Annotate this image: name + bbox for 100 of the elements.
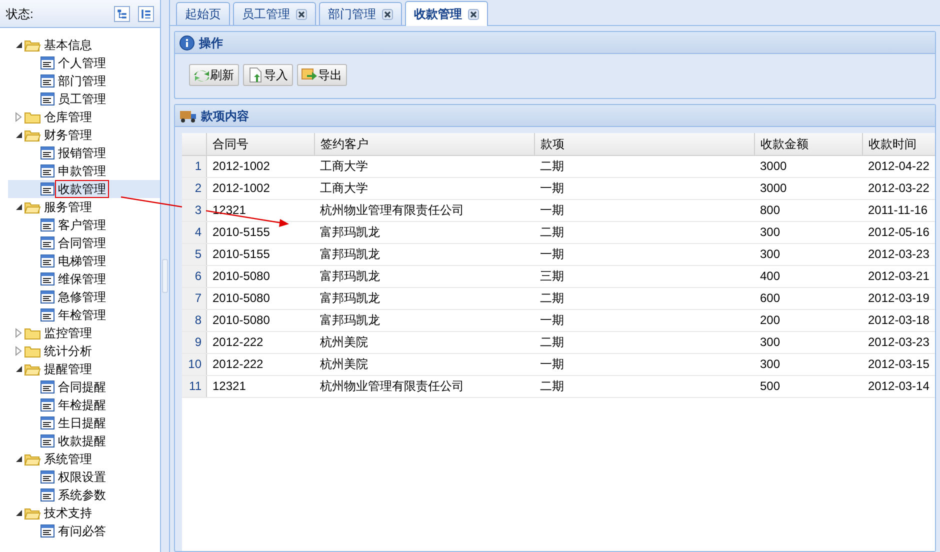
- tree-item[interactable]: 个人管理: [55, 54, 109, 72]
- tab[interactable]: 员工管理: [233, 2, 316, 25]
- tree-item[interactable]: 部门管理: [55, 72, 109, 90]
- tree-item[interactable]: 权限设置: [55, 468, 109, 486]
- table-cell: 2012-03-23: [862, 331, 935, 353]
- tree-item[interactable]: 客户管理: [55, 216, 109, 234]
- page-icon: [40, 56, 55, 70]
- table-cell: 三期: [534, 265, 754, 287]
- tree-item[interactable]: 财务管理: [41, 126, 95, 144]
- table-cell: 杭州美院: [314, 331, 534, 353]
- row-number: 11: [182, 375, 206, 397]
- table-cell: 2012-1002: [206, 177, 314, 199]
- row-number: 2: [182, 177, 206, 199]
- splitter-handle[interactable]: [162, 259, 168, 293]
- panel-title: 款项内容: [201, 108, 249, 124]
- tree-item[interactable]: 维保管理: [55, 270, 109, 288]
- toolbar-button[interactable]: 导入: [243, 64, 293, 86]
- expanded-toggle-icon[interactable]: [14, 202, 24, 212]
- tree-item[interactable]: 系统参数: [55, 486, 109, 504]
- tree-item[interactable]: 收款提醒: [55, 432, 109, 450]
- tab[interactable]: 部门管理: [319, 2, 402, 25]
- collapsed-toggle-icon[interactable]: [14, 112, 24, 122]
- page-icon: [40, 308, 55, 322]
- table-cell: 200: [754, 309, 862, 331]
- table-cell: 2012-03-18: [862, 309, 935, 331]
- sidebar-title: 状态:: [6, 6, 34, 22]
- row-number: 1: [182, 155, 206, 177]
- table-cell: 2010-5080: [206, 287, 314, 309]
- tree-item[interactable]: 系统管理: [41, 450, 95, 468]
- column-header[interactable]: 收款时间: [862, 133, 935, 155]
- column-header[interactable]: 款项: [534, 133, 754, 155]
- page-icon: [40, 434, 55, 448]
- table-cell: 3000: [754, 177, 862, 199]
- open-folder-icon: [24, 452, 41, 466]
- table-cell: 2012-03-19: [862, 287, 935, 309]
- export-icon: [301, 67, 317, 83]
- tab[interactable]: 收款管理: [405, 1, 488, 26]
- expanded-toggle-icon[interactable]: [14, 130, 24, 140]
- close-icon[interactable]: [468, 8, 479, 20]
- toolbar-button[interactable]: 刷新: [189, 64, 239, 86]
- tree-item[interactable]: 申款管理: [55, 162, 109, 180]
- expand-all-icon[interactable]: [114, 6, 130, 22]
- table-cell: 2012-05-16: [862, 221, 935, 243]
- tree-item[interactable]: 报销管理: [55, 144, 109, 162]
- table-cell: 一期: [534, 353, 754, 375]
- close-icon[interactable]: [296, 8, 307, 20]
- tree-item[interactable]: 电梯管理: [55, 252, 109, 270]
- table-cell: 杭州美院: [314, 353, 534, 375]
- table-cell: 富邦玛凯龙: [314, 287, 534, 309]
- expanded-toggle-icon[interactable]: [14, 508, 24, 518]
- tree-item[interactable]: 员工管理: [55, 90, 109, 108]
- tree-item[interactable]: 基本信息: [41, 36, 95, 54]
- table-cell: 800: [754, 199, 862, 221]
- tree-item[interactable]: 有问必答: [55, 522, 109, 540]
- table-cell: 一期: [534, 177, 754, 199]
- tree-item[interactable]: 合同提醒: [55, 378, 109, 396]
- open-folder-icon: [24, 362, 41, 376]
- page-icon: [40, 146, 55, 160]
- table-cell: 300: [754, 221, 862, 243]
- collapse-all-icon[interactable]: [138, 6, 154, 22]
- collapsed-toggle-icon[interactable]: [14, 346, 24, 356]
- expanded-toggle-icon[interactable]: [14, 40, 24, 50]
- column-header[interactable]: 合同号: [206, 133, 314, 155]
- row-number: 4: [182, 221, 206, 243]
- table-cell: 二期: [534, 287, 754, 309]
- tree-item[interactable]: 仓库管理: [41, 108, 95, 126]
- tree-item[interactable]: 年检提醒: [55, 396, 109, 414]
- row-number: 3: [182, 199, 206, 221]
- table-cell: 一期: [534, 309, 754, 331]
- tree-item[interactable]: 服务管理: [41, 198, 95, 216]
- tree-item[interactable]: 急修管理: [55, 288, 109, 306]
- tree-item[interactable]: 合同管理: [55, 234, 109, 252]
- table-cell: 300: [754, 353, 862, 375]
- open-folder-icon: [24, 128, 41, 142]
- expanded-toggle-icon[interactable]: [14, 364, 24, 374]
- tree-item[interactable]: 监控管理: [41, 324, 95, 342]
- table-cell: 富邦玛凯龙: [314, 265, 534, 287]
- expanded-toggle-icon[interactable]: [14, 454, 24, 464]
- column-header[interactable]: 签约客户: [314, 133, 534, 155]
- open-folder-icon: [24, 200, 41, 214]
- table-cell: 3000: [754, 155, 862, 177]
- column-header[interactable]: 收款金额: [754, 133, 862, 155]
- tab[interactable]: 起始页: [176, 2, 230, 25]
- panel-title: 操作: [199, 34, 223, 52]
- truck-icon: [179, 108, 197, 122]
- table-cell: 杭州物业管理有限责任公司: [314, 199, 534, 221]
- info-icon: [179, 34, 195, 50]
- collapsed-toggle-icon[interactable]: [14, 328, 24, 338]
- tree-item[interactable]: 提醒管理: [41, 360, 95, 378]
- table-cell: 2010-5080: [206, 265, 314, 287]
- table-cell: 2012-03-21: [862, 265, 935, 287]
- tree-item[interactable]: 收款管理: [55, 180, 109, 198]
- toolbar-button[interactable]: 导出: [297, 64, 347, 86]
- tree-item[interactable]: 技术支持: [41, 504, 95, 522]
- table-cell: 2011-11-16: [862, 199, 935, 221]
- tree-item[interactable]: 年检管理: [55, 306, 109, 324]
- tree-item[interactable]: 统计分析: [41, 342, 95, 360]
- tree-item[interactable]: 生日提醒: [55, 414, 109, 432]
- close-icon[interactable]: [382, 8, 393, 20]
- row-number: 7: [182, 287, 206, 309]
